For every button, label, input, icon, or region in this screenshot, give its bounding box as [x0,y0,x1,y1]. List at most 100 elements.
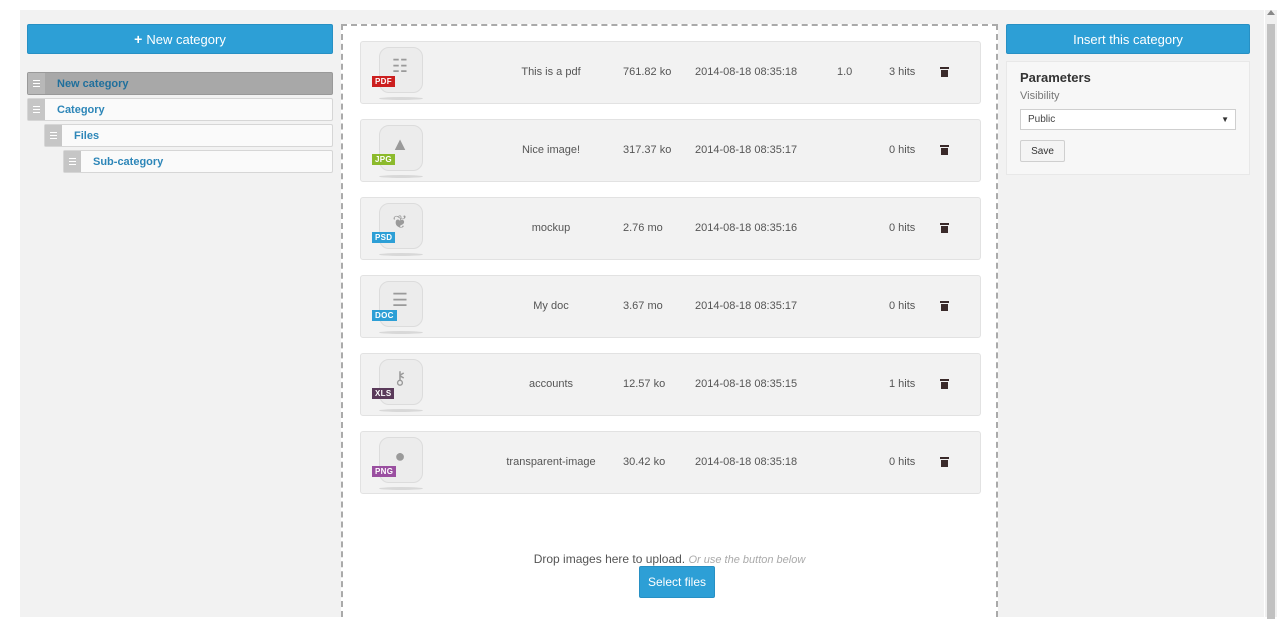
file-version [837,354,867,415]
tree-item[interactable]: New category [27,72,333,95]
file-hits: 3 hits [889,66,916,78]
visibility-value: Public [1028,114,1056,125]
delete-button[interactable] [940,276,955,337]
tree-item-label: Category [57,103,105,116]
file-version: 1.0 [837,66,853,78]
tree-item-label: New category [57,77,129,90]
file-size: 317.37 ko [623,144,672,156]
trash-icon [940,457,949,467]
insert-category-button[interactable]: Insert this category [1006,24,1250,54]
file-hits: 0 hits [889,144,916,156]
tree-item[interactable]: Category [27,98,333,121]
file-date: 2014-08-18 08:35:18 [695,66,798,78]
drag-handle-icon[interactable] [64,151,81,172]
file-type-icon: ❦ PSD [371,203,423,259]
drop-hint: Or use the button below [688,554,806,566]
chevron-down-icon: ▼ [1221,115,1229,124]
trash-icon [940,379,949,389]
file-version [837,432,867,493]
tree-item-label: Files [74,129,100,142]
file-title: mockup [531,222,571,234]
new-category-button[interactable]: + New category [27,24,333,54]
plus-icon: + [134,31,143,47]
drop-instructions: Drop images here to upload. Or use the b… [343,552,996,566]
icon-shadow [379,487,423,490]
delete-button[interactable] [940,432,955,493]
file-type-icon: ▲ JPG [371,125,423,181]
file-row[interactable]: ● PNG transparent-image 30.42 ko 2014-08-18 … [360,431,981,494]
delete-button[interactable] [940,42,955,103]
file-size: 30.42 ko [623,456,666,468]
tree-item[interactable]: Files [44,124,333,147]
file-title: Nice image! [521,144,581,156]
text-document-icon: ☰ [391,290,409,310]
parameters-box: Parameters Visibility Public ▼ Save [1006,61,1250,175]
file-row[interactable]: ☷ PDF This is a pdf 761.82 ko 2014-08-18 08:… [360,41,981,104]
file-extension-label: DOC [372,310,397,321]
icon-shadow [379,253,423,256]
trash-icon [940,223,949,233]
select-files-button[interactable]: Select files [639,566,715,598]
icon-shadow [379,409,423,412]
file-extension-label: XLS [372,388,395,399]
file-title: This is a pdf [521,66,581,78]
icon-shadow [379,97,423,100]
shapes-icon: ▲ [391,134,409,154]
delete-button[interactable] [940,120,955,181]
file-hits: 0 hits [889,300,916,312]
file-row[interactable]: ⚷ XLS accounts 12.57 ko 2014-08-18 08:35:15 1… [360,353,981,416]
file-row[interactable]: ☰ DOC My doc 3.67 mo 2014-08-18 08:35:17 0 hi… [360,275,981,338]
file-version [837,120,867,181]
visibility-select[interactable]: Public ▼ [1020,109,1236,130]
tree-item[interactable]: Sub-category [63,150,333,173]
drag-handle-icon[interactable] [28,73,45,94]
drag-handle-icon[interactable] [28,99,45,120]
circle-image-icon: ● [394,446,406,466]
file-hits: 0 hits [889,456,916,468]
new-category-label: New category [146,31,226,47]
file-extension-label: PDF [372,76,395,87]
drop-text: Drop images here to upload. [533,552,686,566]
scrollbar[interactable] [1265,10,1277,619]
document-icon: ☷ [391,56,409,76]
file-hits: 1 hits [889,378,916,390]
file-version [837,276,867,337]
file-type-icon: ☰ DOC [371,281,423,337]
file-date: 2014-08-18 08:35:18 [695,456,798,468]
file-title: My doc [533,300,569,312]
category-panel: + New category New category Category Files… [27,24,333,176]
trash-icon [940,67,949,77]
file-date: 2014-08-18 08:35:16 [695,222,798,234]
file-dropzone[interactable]: Drop images here to upload. Or use the b… [341,24,998,617]
file-title: accounts [528,378,574,390]
trash-icon [940,301,949,311]
parameters-title: Parameters [1020,70,1091,85]
scroll-thumb[interactable] [1267,24,1275,619]
delete-button[interactable] [940,198,955,259]
drag-handle-icon[interactable] [45,125,62,146]
trash-icon [940,145,949,155]
file-extension-label: JPG [372,154,395,165]
file-row[interactable]: ▲ JPG Nice image! 317.37 ko 2014-08-18 08:35… [360,119,981,182]
file-hits: 0 hits [889,222,916,234]
file-date: 2014-08-18 08:35:15 [695,378,798,390]
category-tree: New category Category Files Sub-category [27,72,333,173]
file-size: 12.57 ko [623,378,666,390]
delete-button[interactable] [940,354,955,415]
file-type-icon: ● PNG [371,437,423,493]
file-date: 2014-08-18 08:35:17 [695,144,798,156]
file-type-icon: ☷ PDF [371,47,423,103]
visibility-label: Visibility [1020,90,1060,102]
key-icon: ⚷ [393,368,407,388]
parameters-panel: Insert this category Parameters Visibili… [1006,24,1250,175]
file-row[interactable]: ❦ PSD mockup 2.76 mo 2014-08-18 08:35:16 0 hi… [360,197,981,260]
file-size: 2.76 mo [623,222,663,234]
file-size: 761.82 ko [623,66,672,78]
scroll-up-arrow[interactable] [1267,10,1275,15]
file-extension-label: PNG [372,466,397,477]
tree-item-label: Sub-category [93,155,164,168]
save-button[interactable]: Save [1020,140,1065,162]
file-version [837,198,867,259]
feather-icon: ❦ [392,212,408,232]
icon-shadow [379,175,423,178]
